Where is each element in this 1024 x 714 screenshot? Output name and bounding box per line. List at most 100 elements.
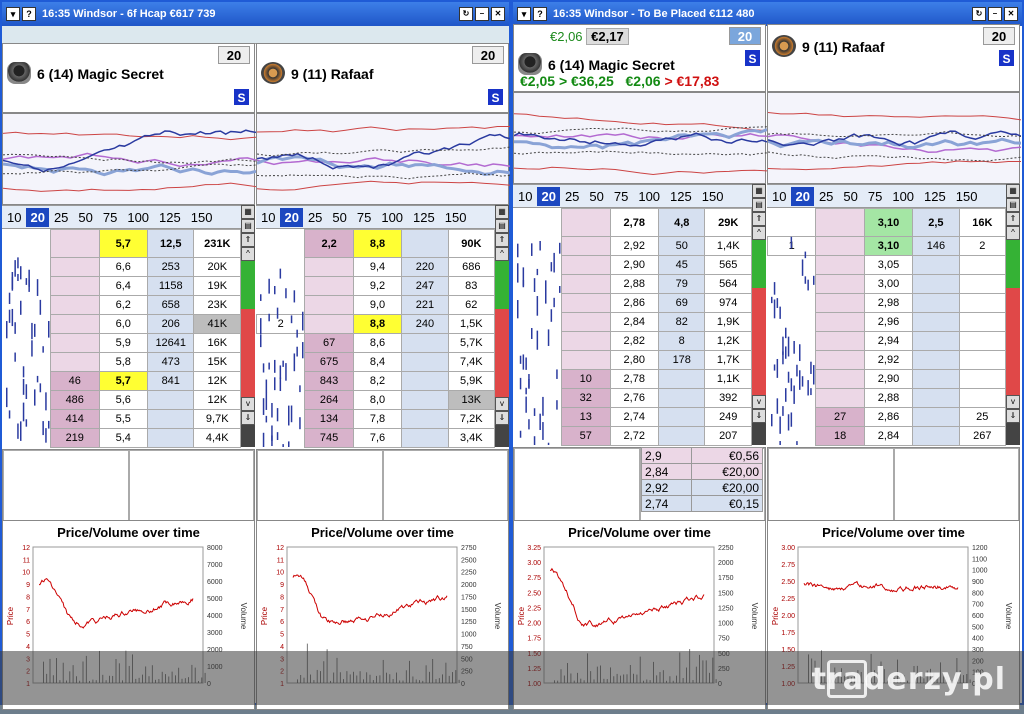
ladder-cell[interactable] [958, 350, 1007, 370]
ladder-cell[interactable]: 3,4K [447, 428, 496, 448]
ladder-cell[interactable]: 79 [657, 274, 706, 294]
ladder-cell[interactable] [561, 312, 611, 332]
ladder-cell[interactable]: 13K [447, 390, 496, 410]
ladder-cell[interactable]: 249 [704, 407, 752, 427]
ladder-cell[interactable]: 62 [447, 295, 496, 315]
ladder-cell[interactable]: 2,84 [609, 312, 659, 332]
ladder-cell[interactable]: 2,86 [863, 407, 914, 427]
close-icon[interactable]: ✕ [491, 7, 505, 21]
ladder-cell[interactable] [958, 293, 1007, 313]
ladder-cell[interactable]: 564 [704, 274, 752, 294]
ladder-cell[interactable]: 1,1K [704, 369, 752, 389]
scroll-bottom-icon[interactable]: ⇓ [752, 409, 766, 423]
ladder-cell[interactable]: 264 [304, 390, 354, 410]
ladder-cell[interactable]: 1,7K [704, 350, 752, 370]
ladder-cell[interactable] [50, 333, 100, 353]
ladder-cell[interactable]: 2,78 [609, 369, 659, 389]
ladder-cell[interactable]: 2 [958, 236, 1007, 256]
ladder-cell[interactable]: 675 [304, 352, 354, 372]
ladder-cell[interactable]: 2,92 [609, 236, 659, 256]
ladder-cell[interactable]: 20K [193, 257, 241, 277]
ladder-cell[interactable]: 486 [50, 390, 100, 410]
ladder-cell[interactable]: 57 [561, 426, 611, 446]
ladder-cell[interactable] [912, 407, 960, 427]
stake-tab-20[interactable]: 20 [537, 186, 560, 206]
ladder-cell[interactable]: 220 [401, 257, 449, 277]
minimize-icon[interactable]: – [475, 7, 489, 21]
ladder-cell[interactable]: 1,5K [447, 314, 496, 334]
ladder-cell[interactable]: 67 [304, 333, 354, 353]
ladder-cell[interactable] [401, 352, 449, 372]
lock-icon[interactable]: ▤ [1006, 198, 1020, 212]
ladder-cell[interactable] [561, 293, 611, 313]
scroll-bottom-icon[interactable]: ⇓ [241, 411, 255, 425]
ladder-cell[interactable]: 16K [193, 333, 241, 353]
scroll-down-icon[interactable]: v [495, 397, 509, 411]
ladder-cell[interactable]: 5,8 [98, 352, 148, 372]
stake-tab-125[interactable]: 125 [665, 189, 697, 204]
ladder-cell[interactable] [815, 331, 865, 351]
ladder-cell[interactable]: 2,90 [863, 369, 914, 389]
grid-icon[interactable]: ▦ [1006, 184, 1020, 198]
ladder-cell[interactable] [401, 428, 449, 448]
ladder-cell[interactable] [958, 331, 1007, 351]
stake-value[interactable]: 20 [472, 46, 504, 64]
grid-icon[interactable]: ▦ [495, 205, 509, 219]
stake-tab-100[interactable]: 100 [376, 210, 408, 225]
ladder-cell[interactable]: 2,96 [863, 312, 914, 332]
ladder-cell[interactable]: 2,88 [609, 274, 659, 294]
ladder-scroll-column[interactable]: ▦ ▤ ⇑ ^ v ⇓ [495, 205, 509, 447]
stake-tab-125[interactable]: 125 [919, 189, 951, 204]
ladder-cell[interactable]: 207 [704, 426, 752, 446]
ladder-cell[interactable]: 19K [193, 276, 241, 296]
scroll-down-icon[interactable]: v [241, 397, 255, 411]
ladder-cell[interactable]: 27 [815, 407, 865, 427]
ladder-cell[interactable] [815, 236, 865, 256]
stake-tab-20[interactable]: 20 [791, 186, 814, 206]
lock-icon[interactable]: ▤ [495, 219, 509, 233]
lock-icon[interactable]: ▤ [752, 198, 766, 212]
settings-s-button[interactable]: S [744, 49, 761, 67]
ladder-cell[interactable]: 12641 [146, 333, 195, 353]
ladder-cell[interactable]: 658 [146, 295, 195, 315]
lock-icon[interactable]: ▤ [241, 219, 255, 233]
ladder-cell[interactable] [958, 312, 1007, 332]
ladder-cell[interactable]: 83 [447, 276, 496, 296]
ladder-cell[interactable] [958, 255, 1007, 275]
ladder-cell[interactable]: 1,4K [704, 236, 752, 256]
ladder-cell[interactable] [912, 255, 960, 275]
ladder-cell[interactable]: 206 [146, 314, 195, 334]
ladder-cell[interactable] [815, 312, 865, 332]
ladder-cell[interactable] [304, 295, 354, 315]
ladder-cell[interactable] [657, 369, 706, 389]
scroll-up-icon[interactable]: ^ [241, 247, 255, 261]
ladder-cell[interactable] [401, 390, 449, 410]
ladder-cell[interactable]: 267 [958, 426, 1007, 446]
ladder-cell[interactable] [815, 369, 865, 389]
ladder-cell[interactable]: 6,4 [98, 276, 148, 296]
ladder-cell[interactable] [561, 331, 611, 351]
settings-s-button[interactable]: S [233, 88, 250, 106]
ladder-cell[interactable] [912, 274, 960, 294]
ladder-cell[interactable] [50, 257, 100, 277]
ladder-cell[interactable]: 18 [815, 426, 865, 446]
ladder-cell[interactable]: 7,2K [447, 409, 496, 429]
stake-tab-50[interactable]: 50 [73, 210, 97, 225]
ladder-cell[interactable]: 1,2K [704, 331, 752, 351]
scroll-top-icon[interactable]: ⇑ [241, 233, 255, 247]
help-icon[interactable]: ? [533, 7, 547, 21]
ladder-cell[interactable]: 8,2 [352, 371, 403, 391]
stake-tab-100[interactable]: 100 [122, 210, 154, 225]
ladder-cell[interactable] [304, 314, 354, 334]
ladder-cell[interactable] [912, 369, 960, 389]
scroll-top-icon[interactable]: ⇑ [495, 233, 509, 247]
ladder-cell[interactable]: 12K [193, 390, 241, 410]
ladder-cell[interactable]: 1158 [146, 276, 195, 296]
ladder-cell[interactable] [815, 255, 865, 275]
ladder-cell[interactable]: 414 [50, 409, 100, 429]
scroll-top-icon[interactable]: ⇑ [752, 212, 766, 226]
ladder-cell[interactable]: 178 [657, 350, 706, 370]
ladder-cell[interactable] [401, 333, 449, 353]
stake-tab-150[interactable]: 150 [697, 189, 729, 204]
ladder-cell[interactable] [146, 409, 195, 429]
